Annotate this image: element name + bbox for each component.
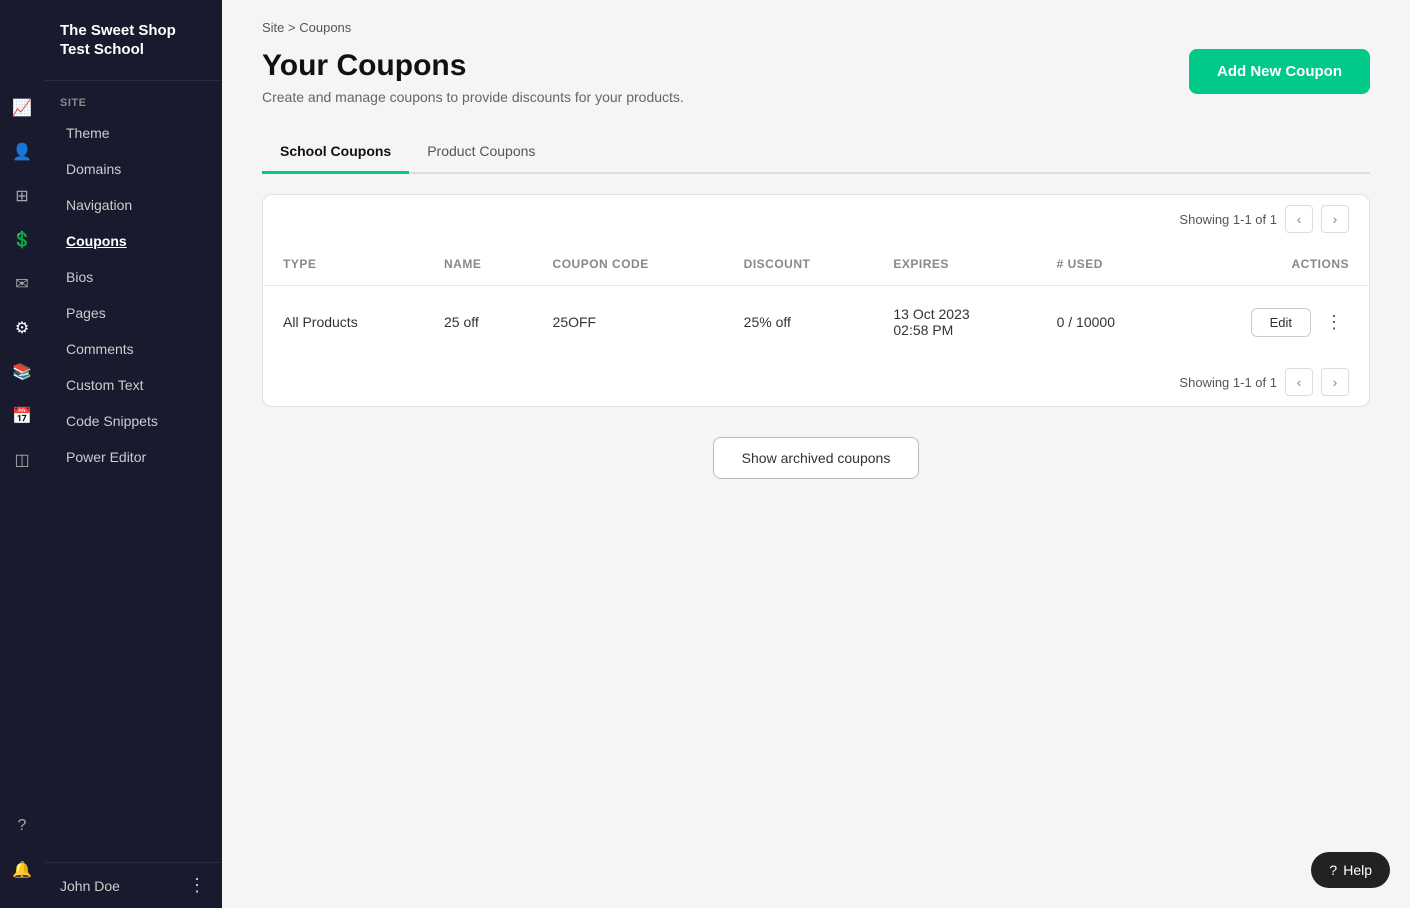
expires-line2: 02:58 PM (893, 322, 1016, 338)
icon-gear[interactable]: ⚙ (4, 310, 40, 346)
icon-question[interactable]: ? (4, 808, 40, 844)
page-title: Your Coupons (262, 49, 684, 83)
icon-layers[interactable]: ◫ (4, 442, 40, 478)
icon-bell[interactable]: 🔔 (4, 852, 40, 888)
pagination-prev-top[interactable]: ‹ (1285, 205, 1313, 233)
cell-name: 25 off (424, 286, 533, 359)
icon-book[interactable]: 📚 (4, 354, 40, 390)
page-header-left: Your Coupons Create and manage coupons t… (262, 49, 684, 105)
col-discount: DISCOUNT (724, 243, 874, 286)
sidebar-item-custom-text[interactable]: Custom Text (50, 367, 216, 403)
pagination-top: Showing 1-1 of 1 ‹ › (263, 195, 1369, 243)
breadcrumb-current: Coupons (299, 20, 351, 35)
help-icon: ? (1329, 862, 1337, 878)
actions-cell: Edit ⋮ (1195, 307, 1349, 337)
icon-calendar[interactable]: 📅 (4, 398, 40, 434)
pagination-prev-bottom[interactable]: ‹ (1285, 368, 1313, 396)
icon-person[interactable]: 👤 (4, 134, 40, 170)
school-name: The Sweet Shop Test School (44, 0, 222, 81)
main-content: Site > Coupons Your Coupons Create and m… (222, 0, 1410, 908)
user-section: John Doe ⋮ (44, 862, 222, 908)
pagination-next-bottom[interactable]: › (1321, 368, 1349, 396)
col-expires: EXPIRES (873, 243, 1036, 286)
sidebar-item-theme[interactable]: Theme (50, 115, 216, 151)
coupons-table-container: Showing 1-1 of 1 ‹ › TYPE NAME COUPON CO… (262, 194, 1370, 407)
sidebar-item-coupons[interactable]: Coupons (50, 223, 216, 259)
sidebar-item-comments[interactable]: Comments (50, 331, 216, 367)
breadcrumb: Site > Coupons (262, 20, 1370, 35)
col-used: # USED (1037, 243, 1175, 286)
col-name: NAME (424, 243, 533, 286)
sidebar-item-bios[interactable]: Bios (50, 259, 216, 295)
pagination-next-top[interactable]: › (1321, 205, 1349, 233)
user-more-icon[interactable]: ⋮ (188, 875, 206, 896)
expires-line1: 13 Oct 2023 (893, 306, 1016, 322)
pagination-top-label: Showing 1-1 of 1 (1179, 212, 1277, 227)
cell-actions: Edit ⋮ (1175, 286, 1369, 359)
icon-dashboard[interactable]: ⊞ (4, 178, 40, 214)
user-name: John Doe (60, 878, 120, 894)
sidebar-item-domains[interactable]: Domains (50, 151, 216, 187)
cell-type: All Products (263, 286, 424, 359)
page-header: Your Coupons Create and manage coupons t… (262, 49, 1370, 105)
sidebar-item-pages[interactable]: Pages (50, 295, 216, 331)
icon-chart[interactable]: 📈 (4, 90, 40, 126)
cell-coupon-code: 25OFF (533, 286, 724, 359)
coupons-table: TYPE NAME COUPON CODE DISCOUNT EXPIRES #… (263, 243, 1369, 358)
col-actions: ACTIONS (1175, 243, 1369, 286)
icon-sidebar: 📈 👤 ⊞ 💲 ✉ ⚙ 📚 📅 ◫ ? 🔔 (0, 0, 44, 908)
add-new-coupon-button[interactable]: Add New Coupon (1189, 49, 1370, 94)
site-section-label: SITE (44, 81, 222, 115)
sidebar-item-power-editor[interactable]: Power Editor (50, 439, 216, 475)
tab-school-coupons[interactable]: School Coupons (262, 133, 409, 174)
edit-button[interactable]: Edit (1251, 308, 1311, 337)
left-nav: The Sweet Shop Test School SITE Theme Do… (44, 0, 222, 908)
col-coupon-code: COUPON CODE (533, 243, 724, 286)
icon-mail[interactable]: ✉ (4, 266, 40, 302)
sidebar-item-code-snippets[interactable]: Code Snippets (50, 403, 216, 439)
table-row: All Products 25 off 25OFF 25% off 13 Oct… (263, 286, 1369, 359)
sidebar-item-navigation[interactable]: Navigation (50, 187, 216, 223)
page-subtitle: Create and manage coupons to provide dis… (262, 89, 684, 105)
more-actions-button[interactable]: ⋮ (1319, 307, 1349, 337)
cell-discount: 25% off (724, 286, 874, 359)
show-archived-button[interactable]: Show archived coupons (713, 437, 920, 479)
pagination-bottom: Showing 1-1 of 1 ‹ › (263, 358, 1369, 406)
cell-used: 0 / 10000 (1037, 286, 1175, 359)
breadcrumb-site[interactable]: Site (262, 20, 284, 35)
icon-dollar[interactable]: 💲 (4, 222, 40, 258)
col-type: TYPE (263, 243, 424, 286)
pagination-bottom-label: Showing 1-1 of 1 (1179, 375, 1277, 390)
archive-section: Show archived coupons (262, 437, 1370, 479)
help-label: Help (1343, 862, 1372, 878)
breadcrumb-separator: > (288, 20, 296, 35)
coupon-tabs: School Coupons Product Coupons (262, 133, 1370, 174)
help-button[interactable]: ? Help (1311, 852, 1390, 888)
table-header-row: TYPE NAME COUPON CODE DISCOUNT EXPIRES #… (263, 243, 1369, 286)
tab-product-coupons[interactable]: Product Coupons (409, 133, 553, 174)
cell-expires: 13 Oct 2023 02:58 PM (873, 286, 1036, 359)
